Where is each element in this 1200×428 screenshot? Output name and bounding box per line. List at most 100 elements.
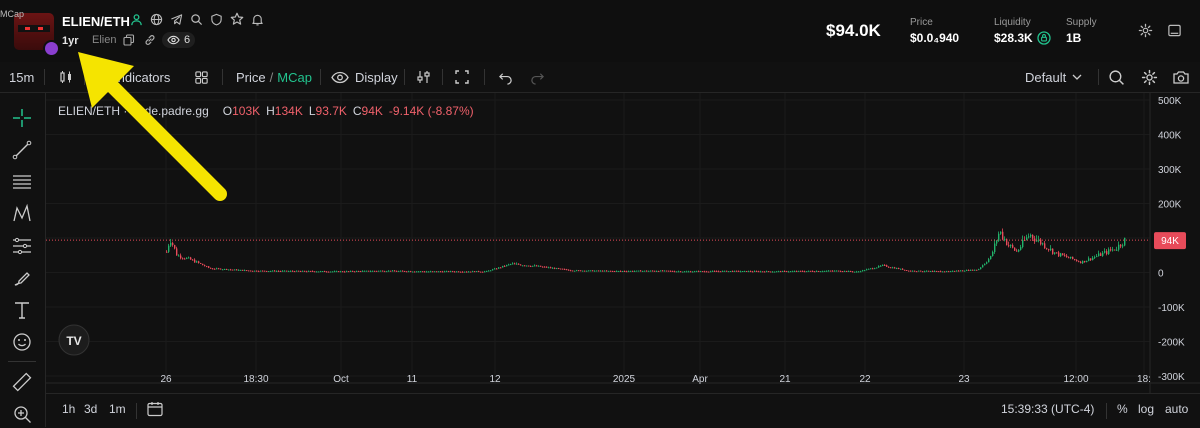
- ruler-icon[interactable]: [11, 371, 33, 393]
- candle-body: [210, 267, 212, 269]
- y-tick-label: 300K: [1158, 165, 1182, 176]
- display-button[interactable]: Display: [331, 62, 398, 92]
- interval-button[interactable]: 15m: [9, 62, 34, 92]
- zoom-in-icon[interactable]: [11, 403, 33, 425]
- fullscreen-icon[interactable]: [454, 62, 470, 92]
- camera-icon[interactable]: [1172, 62, 1190, 92]
- candle-body: [512, 263, 514, 265]
- candle-body: [494, 268, 496, 270]
- candle-body: [904, 269, 906, 271]
- log-toggle[interactable]: log: [1138, 402, 1154, 416]
- candle-body: [286, 270, 288, 272]
- candle-body: [378, 270, 380, 272]
- percent-toggle[interactable]: %: [1117, 402, 1128, 416]
- link-icon[interactable]: [144, 34, 156, 46]
- brush-icon[interactable]: [11, 267, 33, 289]
- stat-supply-value: 1B: [1066, 31, 1082, 45]
- redo-icon[interactable]: [530, 62, 545, 92]
- candle-body: [770, 271, 772, 273]
- candle-body: [388, 270, 390, 272]
- globe-icon[interactable]: [150, 12, 163, 26]
- range-1m[interactable]: 1m: [109, 402, 126, 416]
- candle-body: [794, 271, 796, 273]
- candle-body: [1054, 252, 1056, 254]
- search-icon[interactable]: [190, 12, 203, 26]
- chart-settings-icon[interactable]: [1141, 62, 1158, 92]
- candle-body: [412, 271, 414, 273]
- candle-body: [920, 270, 922, 272]
- pattern-icon[interactable]: [11, 203, 33, 225]
- layout-icon[interactable]: [1167, 23, 1182, 38]
- candle-body: [588, 270, 590, 272]
- bell-icon[interactable]: [251, 12, 264, 26]
- range-1h[interactable]: 1h: [62, 402, 75, 416]
- candle-body: [528, 265, 530, 267]
- candle-body: [980, 267, 982, 270]
- x-tick-label: 23: [958, 374, 970, 385]
- layout-preset-dropdown[interactable]: Default: [1025, 62, 1082, 92]
- candle-body: [710, 271, 712, 273]
- candle-body: [458, 271, 460, 273]
- chart-search-icon[interactable]: [1108, 62, 1125, 92]
- watchers-count: 6: [184, 34, 191, 46]
- clock-time[interactable]: 15:39:33 (UTC-4): [1001, 402, 1094, 416]
- layout-preset-label: Default: [1025, 69, 1067, 85]
- telegram-icon[interactable]: [170, 12, 183, 26]
- candle-body: [232, 269, 234, 271]
- candle-body: [786, 271, 788, 273]
- candle-body: [366, 270, 368, 272]
- candle-body: [340, 271, 342, 273]
- adjust-icon[interactable]: [416, 62, 432, 92]
- candle-body: [332, 271, 334, 273]
- candle-body: [370, 271, 372, 273]
- horizontal-lines-icon[interactable]: [11, 171, 33, 193]
- emoji-icon[interactable]: [11, 331, 33, 353]
- price-mcap-toggle[interactable]: Price / MCap: [236, 62, 312, 92]
- candle-body: [314, 271, 316, 273]
- candle-body: [446, 271, 448, 273]
- candle-body: [1066, 255, 1068, 258]
- candle-body: [992, 251, 994, 257]
- candle-body: [214, 268, 216, 270]
- y-tick-label: -200K: [1158, 338, 1185, 349]
- range-3d[interactable]: 3d: [84, 402, 97, 416]
- user-icon[interactable]: [130, 12, 143, 26]
- candle-body: [262, 270, 264, 272]
- trendline-icon[interactable]: [11, 139, 33, 161]
- x-tick-label: Oct: [333, 374, 349, 385]
- candle-body: [474, 271, 476, 273]
- candle-body: [312, 271, 314, 273]
- candle-body: [438, 271, 440, 273]
- fib-icon[interactable]: [11, 235, 33, 257]
- copy-icon[interactable]: [123, 34, 135, 46]
- candle-body: [696, 271, 698, 273]
- candle-body: [1092, 257, 1094, 261]
- candle-body: [234, 269, 236, 271]
- candle-body: [330, 271, 332, 273]
- candle-body: [1062, 253, 1064, 256]
- text-icon[interactable]: [11, 299, 33, 321]
- candle-body: [650, 270, 652, 272]
- candle-body: [896, 268, 898, 270]
- mcap-option[interactable]: MCap: [277, 70, 312, 85]
- calendar-icon[interactable]: [146, 400, 164, 418]
- gear-icon[interactable]: [1138, 23, 1153, 38]
- candle-body: [444, 271, 446, 273]
- undo-icon[interactable]: [498, 62, 513, 92]
- auto-toggle[interactable]: auto: [1165, 402, 1188, 416]
- candle-body: [200, 262, 202, 264]
- candle-body: [524, 265, 526, 267]
- candle-body: [216, 268, 218, 270]
- candle-body: [676, 271, 678, 273]
- candle-body: [172, 242, 174, 245]
- candle-body: [940, 271, 942, 273]
- candle-body: [1012, 245, 1014, 248]
- price-option[interactable]: Price: [236, 70, 266, 85]
- candle-body: [254, 270, 256, 272]
- candle-body: [606, 270, 608, 272]
- candle-body: [842, 271, 844, 273]
- shield-icon[interactable]: [210, 12, 223, 26]
- crosshair-icon[interactable]: [11, 107, 33, 129]
- star-icon[interactable]: [230, 12, 244, 26]
- candle-body: [586, 270, 588, 272]
